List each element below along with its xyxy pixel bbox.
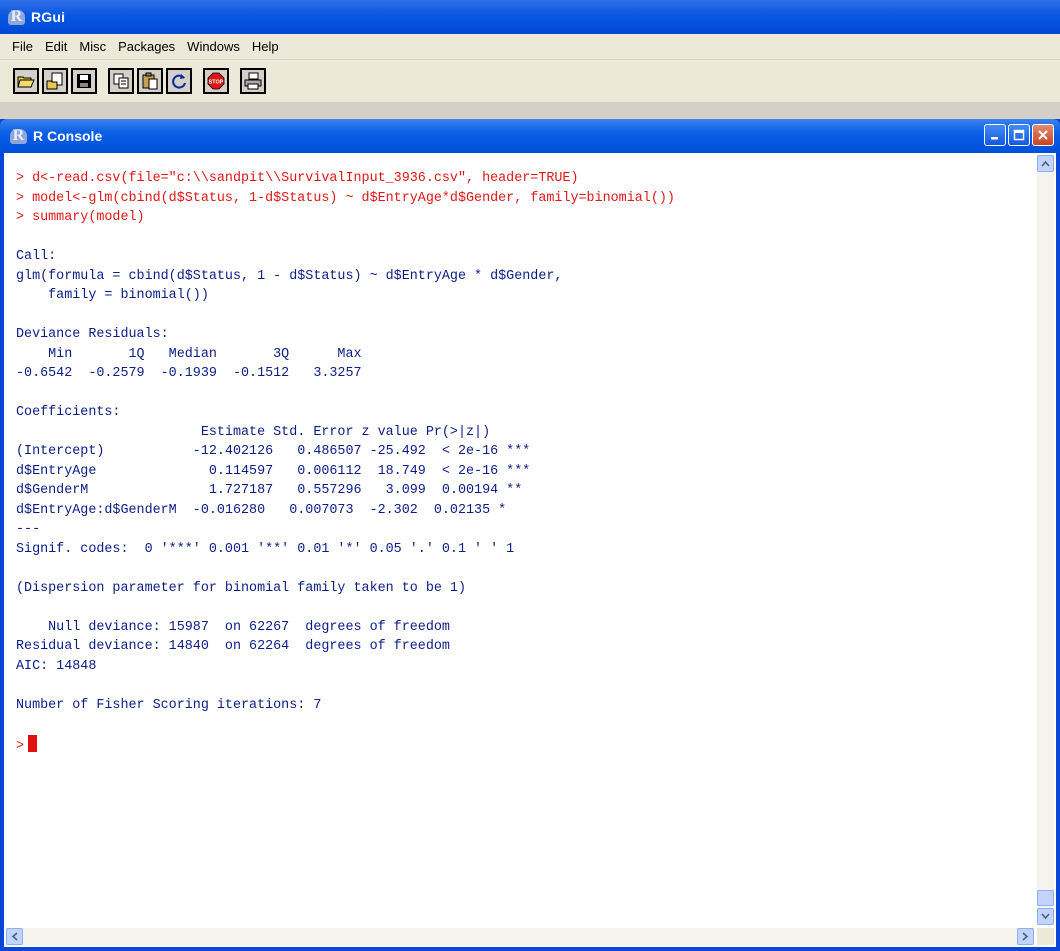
r-logo-icon: R [8, 9, 25, 25]
toolbar: STOP [0, 60, 1060, 102]
chevron-down-icon [1041, 913, 1050, 920]
console-output-line: (Dispersion parameter for binomial famil… [16, 580, 466, 596]
app-title-bar[interactable]: R RGui [0, 0, 1060, 34]
console-output-line: (Intercept) -12.402126 0.486507 -25.492 … [16, 444, 531, 459]
resize-grip-icon[interactable] [1037, 928, 1054, 945]
maximize-button[interactable] [1008, 124, 1030, 146]
console-prompt: > [16, 738, 25, 754]
minimize-icon [991, 137, 998, 140]
scroll-up-button[interactable] [1037, 155, 1054, 172]
vertical-scroll-thumb[interactable] [1037, 890, 1054, 906]
open-script-button[interactable] [13, 68, 39, 94]
rgui-app-window: R RGui File Edit Misc Packages Windows H… [0, 0, 1060, 951]
console-output-line: Call: [16, 249, 57, 264]
console-output-line [16, 384, 1028, 404]
menu-file[interactable]: File [0, 39, 39, 54]
save-workspace-button[interactable] [71, 68, 97, 94]
vertical-scrollbar[interactable] [1037, 155, 1054, 925]
console-title-bar[interactable]: R R Console [0, 119, 1060, 153]
scroll-right-button[interactable] [1017, 928, 1034, 945]
console-output-line: --- [16, 522, 41, 537]
console-output-line: d$GenderM 1.727187 0.557296 3.099 0.0019… [16, 483, 523, 498]
console-body[interactable]: > d<-read.csv(file="c:\\sandpit\\Surviva… [4, 153, 1056, 947]
r-logo-icon: R [10, 128, 27, 144]
stop-label: STOP [209, 80, 224, 86]
paste-icon [142, 72, 158, 90]
menu-windows[interactable]: Windows [181, 39, 246, 54]
menu-packages[interactable]: Packages [112, 39, 181, 54]
menu-edit[interactable]: Edit [39, 39, 73, 54]
console-title: R Console [33, 128, 103, 144]
chevron-right-icon [1022, 932, 1029, 941]
print-button[interactable] [240, 68, 266, 94]
console-input-line: > d<-read.csv(file="c:\\sandpit\\Surviva… [16, 171, 579, 186]
console-output-line [16, 715, 1028, 735]
console-output-line: Coefficients: [16, 405, 121, 420]
console-output-line [16, 306, 1028, 326]
scroll-down-button[interactable] [1037, 908, 1054, 925]
console-output[interactable]: > d<-read.csv(file="c:\\sandpit\\Surviva… [16, 169, 1028, 921]
r-console-window: R R Console > d<-read.csv(file="c:\\sand… [0, 119, 1060, 951]
app-title: RGui [31, 9, 66, 25]
stop-icon: STOP [207, 72, 225, 90]
console-output-line: d$EntryAge 0.114597 0.006112 18.749 < 2e… [16, 463, 531, 479]
load-workspace-button[interactable] [42, 68, 68, 94]
text-cursor [28, 734, 38, 752]
menu-misc[interactable]: Misc [73, 39, 112, 54]
paste-button[interactable] [137, 68, 163, 94]
minimize-button[interactable] [984, 124, 1006, 146]
console-output-line [16, 598, 1028, 618]
load-workspace-icon [46, 72, 63, 90]
console-input-line: > summary(model) [16, 210, 145, 225]
console-output-line: Signif. codes: 0 '***' 0.001 '**' 0.01 '… [16, 541, 515, 557]
menu-bar: File Edit Misc Packages Windows Help [0, 34, 1060, 60]
console-output-line: Number of Fisher Scoring iterations: 7 [16, 697, 322, 713]
copy-icon [113, 73, 129, 89]
stop-button[interactable]: STOP [203, 68, 229, 94]
close-icon [1038, 130, 1048, 140]
horizontal-scrollbar[interactable] [6, 928, 1034, 945]
print-icon [244, 72, 262, 90]
console-output-line: family = binomial()) [16, 288, 209, 303]
close-button[interactable] [1032, 124, 1054, 146]
console-output-line: Estimate Std. Error z value Pr(>|z|) [16, 424, 491, 440]
open-script-icon [17, 76, 35, 88]
console-output-line: d$EntryAge:d$GenderM -0.016280 0.007073 … [16, 502, 507, 518]
console-output-line [16, 676, 1028, 696]
console-output-line: Null deviance: 15987 on 62267 degrees of… [16, 619, 450, 635]
maximize-icon [1013, 129, 1025, 141]
console-output-line [16, 559, 1028, 579]
console-output-line: AIC: 14848 [16, 658, 97, 674]
console-prompt-line[interactable]: > [16, 734, 1028, 755]
refresh-icon [172, 74, 186, 89]
console-input-line: > model<-glm(cbind(d$Status, 1-d$Status)… [16, 190, 675, 206]
console-output-line: Min 1Q Median 3Q Max [16, 346, 362, 362]
window-controls [984, 124, 1054, 146]
console-output-line: Deviance Residuals: [16, 327, 169, 342]
chevron-left-icon [11, 932, 18, 941]
console-output-line [16, 228, 1028, 248]
save-workspace-icon [77, 74, 91, 88]
copy-button[interactable] [108, 68, 134, 94]
chevron-up-icon [1041, 160, 1050, 167]
console-output-line: Residual deviance: 14840 on 62264 degree… [16, 639, 450, 654]
menu-help[interactable]: Help [246, 39, 285, 54]
refresh-button[interactable] [166, 68, 192, 94]
console-output-line: -0.6542 -0.2579 -0.1939 -0.1512 3.3257 [16, 366, 362, 381]
console-output-line: glm(formula = cbind(d$Status, 1 - d$Stat… [16, 268, 563, 284]
scroll-left-button[interactable] [6, 928, 23, 945]
